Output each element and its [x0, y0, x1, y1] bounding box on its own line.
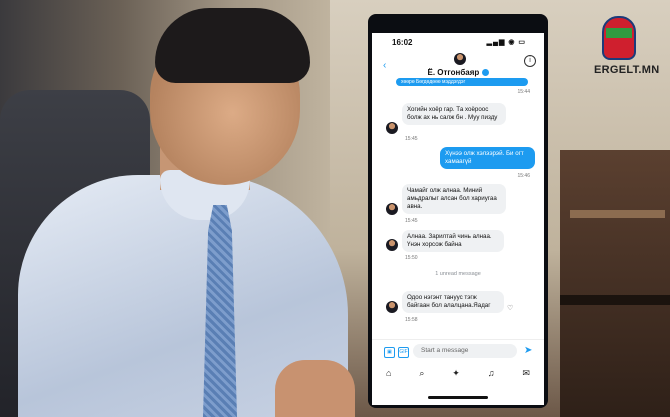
home-indicator	[428, 396, 488, 399]
brand-logo: ERGELT.MN	[594, 14, 664, 84]
info-icon[interactable]: i	[524, 55, 536, 67]
message-time: 15:44	[517, 89, 530, 95]
message-time: 15:58	[405, 317, 418, 323]
sender-avatar[interactable]	[386, 122, 398, 134]
message-bubble-own: Хүнээ олж хэлээрэй. Би огт хамаагүй	[440, 147, 535, 169]
gif-icon[interactable]: GIF	[398, 347, 409, 358]
message-bubble: Хогийн хоёр гар. Та хоёроос болж ах нь с…	[402, 103, 506, 125]
verified-badge-icon	[481, 69, 489, 77]
contact-name: Ё. Отгонбаяр	[372, 68, 544, 77]
man-tie	[203, 205, 237, 417]
notifications-icon[interactable]: ♫	[488, 368, 495, 378]
brand-emblem-stripe	[606, 28, 632, 38]
brand-emblem-icon	[602, 16, 636, 60]
messages-icon[interactable]: ✉	[522, 368, 530, 379]
image-icon[interactable]: ▣	[384, 347, 395, 358]
search-icon[interactable]: ⌕	[419, 368, 424, 379]
status-icons: ▂▄▆ ◉ ▭	[486, 39, 526, 46]
sender-avatar[interactable]	[386, 239, 398, 251]
message-bubble: Чамайг олж алнаа. Миний амьдралыг алсан …	[402, 184, 506, 214]
bottom-nav: ⌂ ⌕ ✦ ♫ ✉	[372, 363, 544, 383]
background-photo	[0, 0, 670, 417]
home-icon[interactable]: ⌂	[386, 368, 391, 378]
man-hair	[155, 8, 310, 83]
send-icon[interactable]: ➤	[524, 345, 532, 356]
status-time: 16:02	[392, 38, 413, 47]
message-time: 15:45	[405, 218, 418, 224]
message-bubble: Алнаа. Зарилтай чинь алнаа. Үнэн хорсож …	[402, 230, 504, 252]
unread-divider: 1 unread message	[435, 271, 481, 277]
message-composer: ▣ GIF Start a message ➤	[372, 339, 544, 362]
message-bubble: Одоо нэгэнт тануус тэгж байгаан бол алал…	[402, 291, 504, 313]
clipped-message: хөөрө Бөгдөдөөө мэддэгдэг	[396, 78, 528, 86]
sender-avatar[interactable]	[386, 301, 398, 313]
man-hand	[275, 360, 355, 417]
spaces-icon[interactable]: ✦	[452, 368, 460, 379]
message-time: 15:46	[517, 173, 530, 179]
background-shelf	[560, 150, 670, 417]
message-time: 15:50	[405, 255, 418, 261]
contact-avatar[interactable]	[454, 53, 466, 65]
background-shelf-edge	[570, 210, 665, 218]
contact-name-text: Ё. Отгонбаяр	[427, 68, 480, 77]
dm-screen: ‹ i Ё. Отгонбаяр хөөрө Бөгдөдөөө мэддэгд…	[372, 33, 544, 405]
status-bar: 16:02 ▂▄▆ ◉ ▭	[372, 33, 544, 49]
brand-name: ERGELT.MN	[594, 64, 660, 76]
message-time: 15:45	[405, 136, 418, 142]
reaction-icon[interactable]: ♡	[507, 304, 513, 312]
background-shelf-shadow	[560, 295, 670, 305]
message-input[interactable]: Start a message	[413, 344, 517, 358]
sender-avatar[interactable]	[386, 203, 398, 215]
